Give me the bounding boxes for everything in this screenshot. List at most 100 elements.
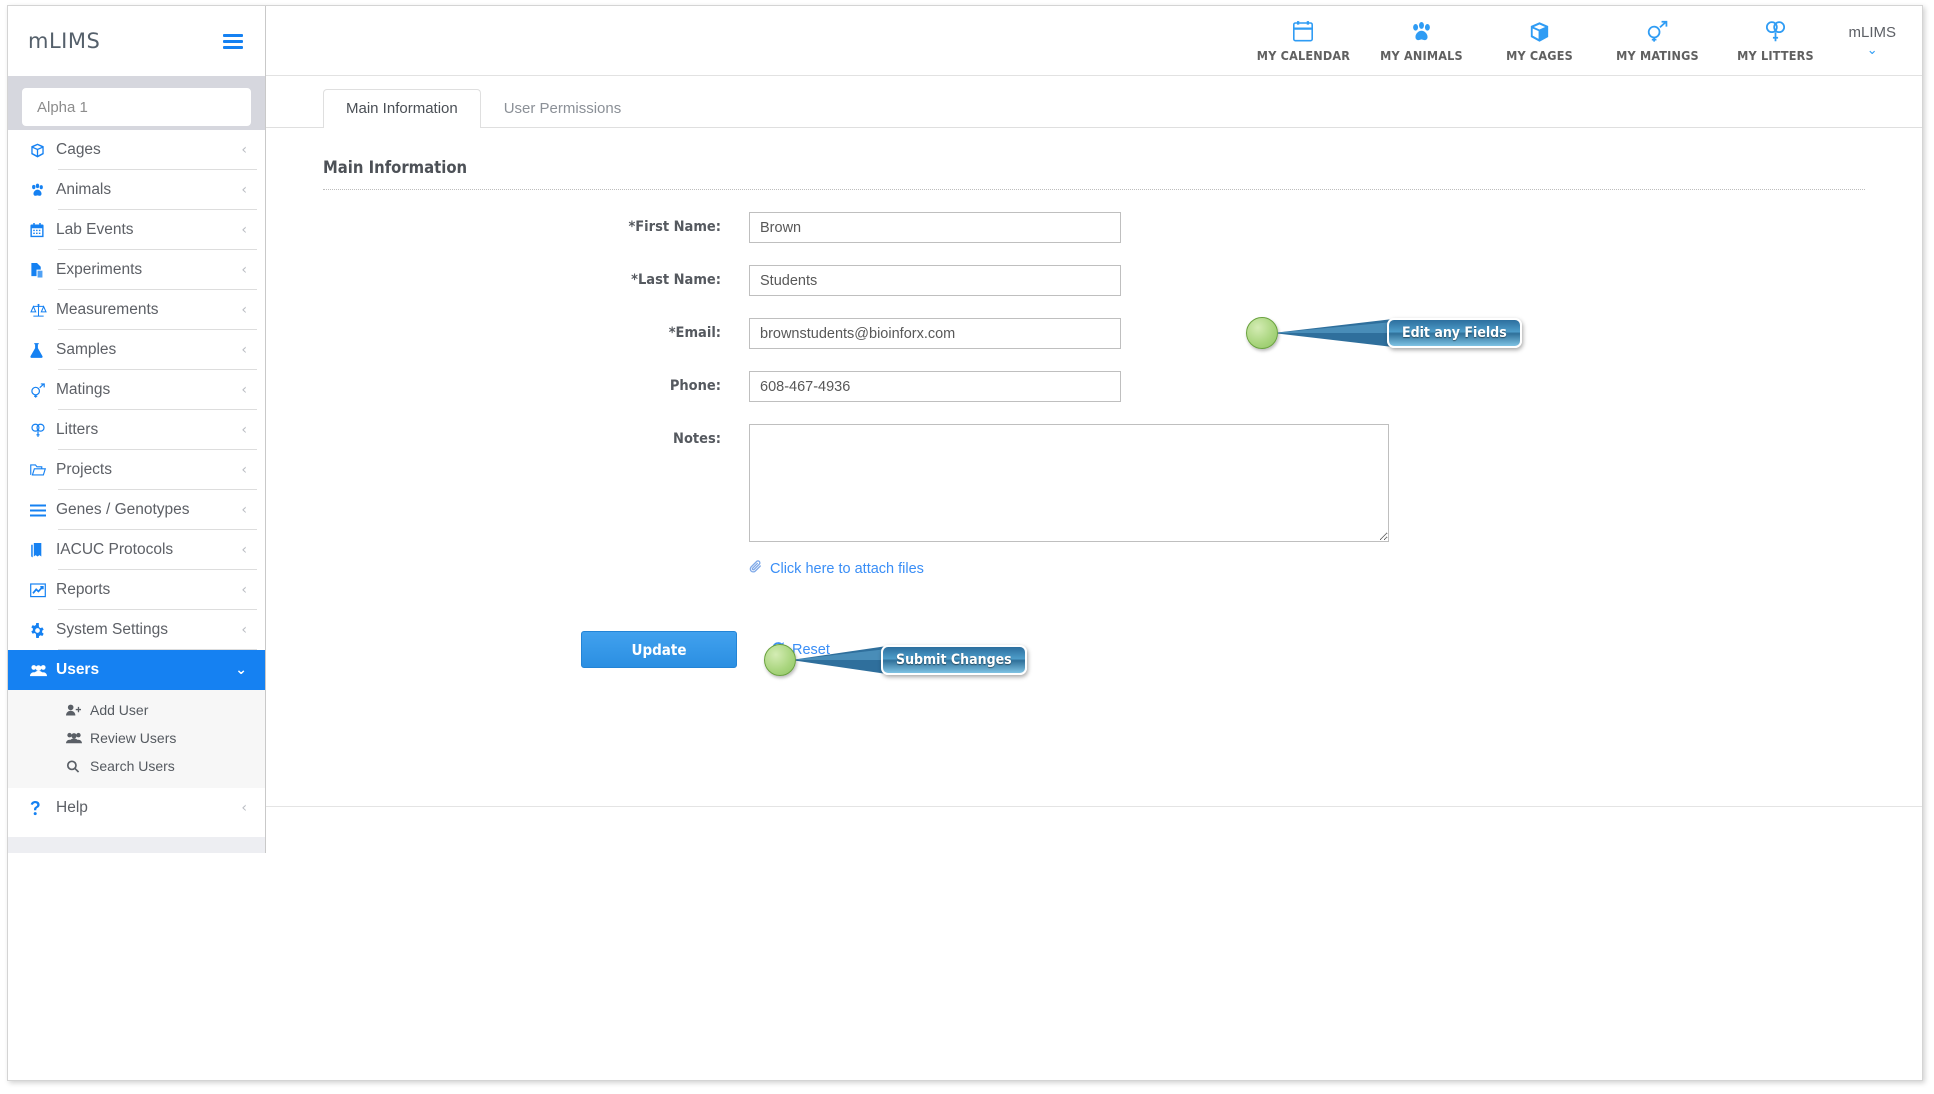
email-input[interactable] bbox=[749, 318, 1121, 349]
hamburger-icon[interactable] bbox=[223, 33, 243, 49]
search-input[interactable] bbox=[22, 88, 251, 126]
sidebar-subitem-label: Add User bbox=[90, 702, 149, 718]
topnav-item-label: MY CALENDAR bbox=[1256, 47, 1351, 63]
sidebar: mLIMS Cages ‹ Animals ‹ bbox=[8, 6, 266, 837]
mars-venus-icon bbox=[30, 382, 56, 398]
paw-icon bbox=[1410, 19, 1433, 43]
sidebar-item-label: Users bbox=[56, 661, 100, 678]
sidebar-subitem-search-users[interactable]: Search Users bbox=[8, 752, 265, 780]
user-form: *First Name: *Last Name: *Email: bbox=[266, 212, 1922, 676]
last-name-input[interactable] bbox=[749, 265, 1121, 296]
sidebar-item-label: Litters bbox=[56, 421, 99, 438]
sidebar-item-label: Help bbox=[56, 799, 88, 816]
chevron-left-icon: ‹ bbox=[241, 262, 247, 278]
paperclip-icon bbox=[749, 560, 763, 577]
search-icon bbox=[66, 759, 90, 773]
sidebar-item-label: Projects bbox=[56, 461, 112, 478]
sidebar-submenu-users: Add User Review Users Search Users bbox=[8, 690, 265, 788]
user-plus-icon bbox=[66, 704, 90, 716]
venus-double-icon bbox=[30, 423, 56, 438]
sidebar-item-cages[interactable]: Cages ‹ bbox=[8, 130, 265, 170]
users-icon bbox=[30, 664, 56, 677]
sidebar-item-lab-events[interactable]: Lab Events ‹ bbox=[8, 210, 265, 250]
calendar-icon bbox=[30, 222, 56, 238]
notes-textarea[interactable] bbox=[749, 424, 1389, 542]
last-name-label: *Last Name: bbox=[631, 272, 721, 288]
attach-files-link[interactable]: Click here to attach files bbox=[749, 560, 924, 577]
chevron-left-icon: ‹ bbox=[241, 302, 247, 318]
sidebar-item-measurements[interactable]: Measurements ‹ bbox=[8, 290, 265, 330]
bars-icon bbox=[30, 504, 56, 517]
account-menu[interactable]: mLIMS ⌄ bbox=[1848, 24, 1896, 57]
chevron-down-icon: ⌄ bbox=[235, 662, 247, 678]
chevron-left-icon: ‹ bbox=[241, 342, 247, 358]
chevron-left-icon: ‹ bbox=[241, 582, 247, 598]
tab-label: User Permissions bbox=[503, 100, 622, 117]
topnav-item-my-cages[interactable]: MY CAGES bbox=[1480, 19, 1598, 63]
sidebar-item-label: Measurements bbox=[56, 301, 159, 318]
scale-icon bbox=[30, 303, 56, 318]
tab-main-information[interactable]: Main Information bbox=[323, 89, 481, 128]
notes-label: Notes: bbox=[673, 431, 721, 447]
form-actions: Update Reset Submit Changes bbox=[581, 631, 1922, 676]
divider bbox=[323, 189, 1865, 190]
box-icon bbox=[1529, 19, 1550, 43]
topnav-item-my-litters[interactable]: MY LITTERS bbox=[1716, 19, 1834, 63]
tab-user-permissions[interactable]: User Permissions bbox=[481, 89, 645, 128]
gear-icon bbox=[30, 622, 56, 638]
sidebar-item-samples[interactable]: Samples ‹ bbox=[8, 330, 265, 370]
sidebar-item-litters[interactable]: Litters ‹ bbox=[8, 410, 265, 450]
sidebar-item-label: Lab Events bbox=[56, 221, 134, 238]
sidebar-subitem-label: Review Users bbox=[90, 730, 177, 746]
chart-line-icon bbox=[30, 582, 56, 598]
calendar-icon bbox=[1292, 19, 1314, 43]
update-button[interactable]: Update bbox=[581, 631, 737, 668]
topnav-item-my-matings[interactable]: MY MATINGS bbox=[1598, 19, 1716, 63]
chevron-left-icon: ‹ bbox=[241, 542, 247, 558]
first-name-input[interactable] bbox=[749, 212, 1121, 243]
sidebar-item-system-settings[interactable]: System Settings ‹ bbox=[8, 610, 265, 650]
sidebar-item-label: Experiments bbox=[56, 261, 143, 278]
sidebar-item-experiments[interactable]: Experiments ‹ bbox=[8, 250, 265, 290]
question-icon bbox=[30, 800, 56, 816]
reset-label: Reset bbox=[792, 641, 830, 658]
chevron-left-icon: ‹ bbox=[241, 462, 247, 478]
topnav-item-my-animals[interactable]: MY ANIMALS bbox=[1362, 19, 1480, 63]
sidebar-subitem-add-user[interactable]: Add User bbox=[8, 696, 265, 724]
chevron-left-icon: ‹ bbox=[241, 142, 247, 158]
sidebar-item-genes-genotypes[interactable]: Genes / Genotypes ‹ bbox=[8, 490, 265, 530]
sidebar-item-label: IACUC Protocols bbox=[56, 541, 174, 558]
sidebar-item-label: Samples bbox=[56, 341, 117, 358]
form-row-last-name: *Last Name: bbox=[266, 265, 1922, 296]
sidebar-item-projects[interactable]: Projects ‹ bbox=[8, 450, 265, 490]
callout-label: Submit Changes bbox=[881, 645, 1027, 675]
phone-input[interactable] bbox=[749, 371, 1121, 402]
topnav-item-my-calendar[interactable]: MY CALENDAR bbox=[1244, 19, 1362, 63]
sidebar-item-label: Genes / Genotypes bbox=[56, 501, 190, 518]
chevron-left-icon: ‹ bbox=[241, 800, 247, 816]
top-navigation: MY CALENDAR MY ANIMALS MY CAGES MY MATIN… bbox=[266, 6, 1922, 76]
sidebar-item-help[interactable]: Help ‹ bbox=[8, 788, 265, 828]
form-row-notes: Notes: bbox=[266, 424, 1922, 542]
users-icon bbox=[66, 732, 90, 744]
chevron-down-icon: ⌄ bbox=[1866, 43, 1878, 58]
sidebar-item-matings[interactable]: Matings ‹ bbox=[8, 370, 265, 410]
chevron-left-icon: ‹ bbox=[241, 622, 247, 638]
flask-icon bbox=[30, 342, 56, 358]
reset-link[interactable]: Reset bbox=[771, 641, 830, 659]
sidebar-nav: Cages ‹ Animals ‹ Lab Events ‹ Experimen… bbox=[8, 130, 265, 828]
sidebar-item-iacuc-protocols[interactable]: IACUC Protocols ‹ bbox=[8, 530, 265, 570]
topnav-item-label: MY CAGES bbox=[1506, 47, 1573, 63]
sidebar-item-label: System Settings bbox=[56, 621, 168, 638]
sidebar-item-label: Reports bbox=[56, 581, 111, 598]
callout-anchor-dot bbox=[1246, 317, 1278, 349]
email-label: *Email: bbox=[668, 325, 721, 341]
sidebar-item-users[interactable]: Users ⌄ bbox=[8, 650, 265, 690]
callout-label: Edit any Fields bbox=[1387, 318, 1522, 348]
sidebar-item-reports[interactable]: Reports ‹ bbox=[8, 570, 265, 610]
chevron-left-icon: ‹ bbox=[241, 222, 247, 238]
sidebar-item-animals[interactable]: Animals ‹ bbox=[8, 170, 265, 210]
tab-label: Main Information bbox=[346, 100, 458, 117]
folder-icon bbox=[30, 463, 56, 477]
sidebar-subitem-review-users[interactable]: Review Users bbox=[8, 724, 265, 752]
